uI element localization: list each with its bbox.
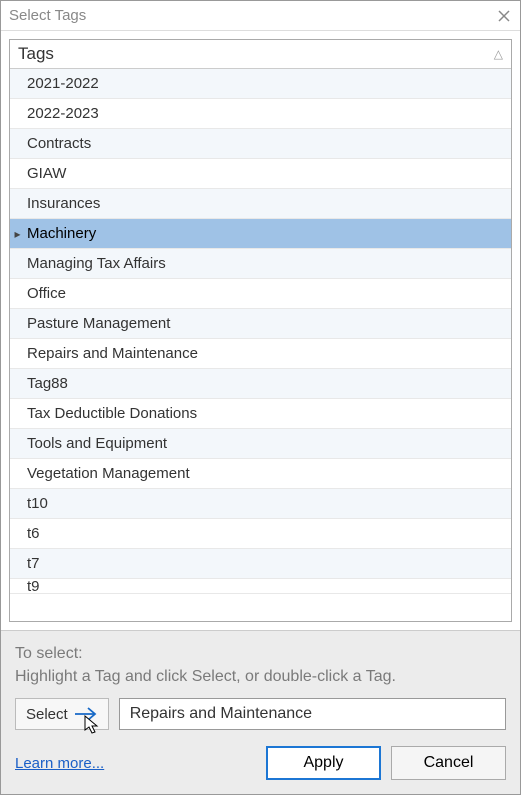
tag-cell: t10	[25, 495, 511, 512]
table-row[interactable]: Managing Tax Affairs	[10, 249, 511, 279]
tag-cell: Insurances	[25, 195, 511, 212]
button-group: Apply Cancel	[266, 746, 506, 780]
tag-cell: 2022-2023	[25, 105, 511, 122]
select-button-label: Select	[26, 706, 68, 723]
apply-button[interactable]: Apply	[266, 746, 381, 780]
table-row[interactable]: Tag88	[10, 369, 511, 399]
close-icon[interactable]	[496, 8, 512, 24]
sort-icon: △	[494, 47, 503, 61]
titlebar: Select Tags	[1, 1, 520, 31]
table-row[interactable]: Tax Deductible Donations	[10, 399, 511, 429]
cancel-button[interactable]: Cancel	[391, 746, 506, 780]
table-row[interactable]: t9	[10, 579, 511, 594]
hint-text: To select: Highlight a Tag and click Sel…	[15, 643, 506, 688]
tag-cell: Tools and Equipment	[25, 435, 511, 452]
table-row[interactable]: GIAW	[10, 159, 511, 189]
tag-cell: t6	[25, 525, 511, 542]
bottom-panel: To select: Highlight a Tag and click Sel…	[1, 630, 520, 794]
window-title: Select Tags	[9, 7, 86, 24]
tag-cell: Office	[25, 285, 511, 302]
table-row[interactable]: ▸Machinery	[10, 219, 511, 249]
select-button[interactable]: Select	[15, 698, 109, 730]
tag-cell: Vegetation Management	[25, 465, 511, 482]
tag-cell: Tag88	[25, 375, 511, 392]
tag-cell: GIAW	[25, 165, 511, 182]
tags-list: Tags △ 2021-2022 2022-2023 Contracts GIAW In…	[9, 39, 512, 622]
tag-cell: 2021-2022	[25, 75, 511, 92]
column-header-label: Tags	[18, 44, 54, 64]
row-indicator-icon: ▸	[10, 227, 25, 241]
learn-more-link[interactable]: Learn more...	[15, 755, 104, 772]
table-row[interactable]: Repairs and Maintenance	[10, 339, 511, 369]
tag-cell: t9	[25, 579, 511, 594]
table-row[interactable]: Contracts	[10, 129, 511, 159]
table-row[interactable]: Vegetation Management	[10, 459, 511, 489]
tag-cell: Repairs and Maintenance	[25, 345, 511, 362]
table-row[interactable]: Office	[10, 279, 511, 309]
table-row[interactable]: t7	[10, 549, 511, 579]
table-row[interactable]: Tools and Equipment	[10, 429, 511, 459]
table-row[interactable]: t6	[10, 519, 511, 549]
hint-body: Highlight a Tag and click Select, or dou…	[15, 666, 506, 688]
column-header[interactable]: Tags △	[10, 40, 511, 69]
table-row[interactable]: t10	[10, 489, 511, 519]
tag-cell: t7	[25, 555, 511, 572]
arrow-right-icon	[74, 706, 98, 722]
table-row[interactable]: 2022-2023	[10, 99, 511, 129]
table-row[interactable]: 2021-2022	[10, 69, 511, 99]
selected-tag-value: Repairs and Maintenance	[130, 705, 312, 723]
list-body[interactable]: 2021-2022 2022-2023 Contracts GIAW Insurance…	[10, 69, 511, 621]
tag-cell: Tax Deductible Donations	[25, 405, 511, 422]
tag-cell: Managing Tax Affairs	[25, 255, 511, 272]
select-row: Select Repairs and Maintenance	[15, 698, 506, 730]
tag-cell: Contracts	[25, 135, 511, 152]
table-row[interactable]: Insurances	[10, 189, 511, 219]
selected-tag-field[interactable]: Repairs and Maintenance	[119, 698, 506, 730]
action-row: Learn more... Apply Cancel	[15, 746, 506, 780]
table-row[interactable]: Pasture Management	[10, 309, 511, 339]
tag-cell: Pasture Management	[25, 315, 511, 332]
select-tags-dialog: Select Tags Tags △ 2021-2022 2022-2023 Con…	[0, 0, 521, 795]
hint-title: To select:	[15, 643, 506, 665]
tag-cell: Machinery	[25, 225, 511, 242]
